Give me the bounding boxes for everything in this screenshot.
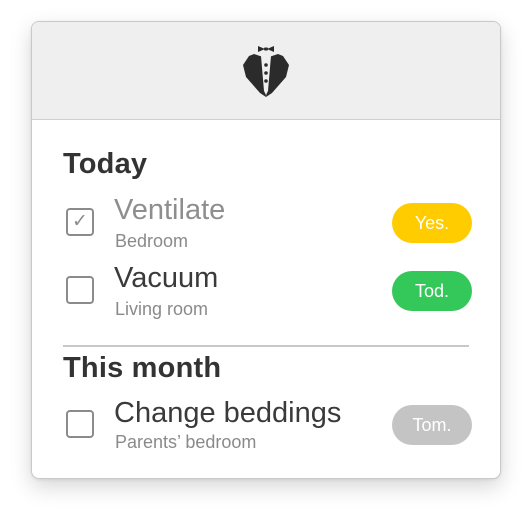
task-row-ventilate: ✓ Ventilate Bedroom Yes. bbox=[32, 194, 500, 256]
task-location: Living room bbox=[115, 299, 209, 319]
due-badge[interactable]: Tom. bbox=[392, 405, 472, 445]
section-divider bbox=[63, 345, 469, 347]
task-checkbox[interactable] bbox=[66, 410, 94, 438]
due-badge[interactable]: Tod. bbox=[392, 271, 472, 311]
task-location: Bedroom bbox=[115, 231, 189, 251]
task-row-vacuum: Vacuum Living room Tod. bbox=[32, 262, 500, 324]
task-checkbox[interactable]: ✓ bbox=[66, 208, 94, 236]
task-title: Ventilate bbox=[114, 194, 226, 226]
task-popover: Today ✓ Ventilate Bedroom Yes. Vacuum Li… bbox=[31, 21, 501, 479]
task-row-change-beddings: Change beddings Parents’ bedroom Tom. bbox=[32, 397, 500, 459]
section-title-this-month: This month bbox=[63, 352, 222, 384]
butler-tuxedo-icon bbox=[243, 45, 289, 97]
due-badge[interactable]: Yes. bbox=[392, 203, 472, 243]
checkmark-icon: ✓ bbox=[72, 211, 88, 232]
popover-header bbox=[32, 22, 500, 120]
task-checkbox[interactable] bbox=[66, 276, 94, 304]
task-title: Vacuum bbox=[114, 262, 219, 294]
task-location: Parents’ bedroom bbox=[115, 432, 257, 452]
stage: Today ✓ Ventilate Bedroom Yes. Vacuum Li… bbox=[0, 0, 532, 520]
section-title-today: Today bbox=[63, 148, 148, 180]
task-title: Change beddings bbox=[114, 397, 342, 429]
